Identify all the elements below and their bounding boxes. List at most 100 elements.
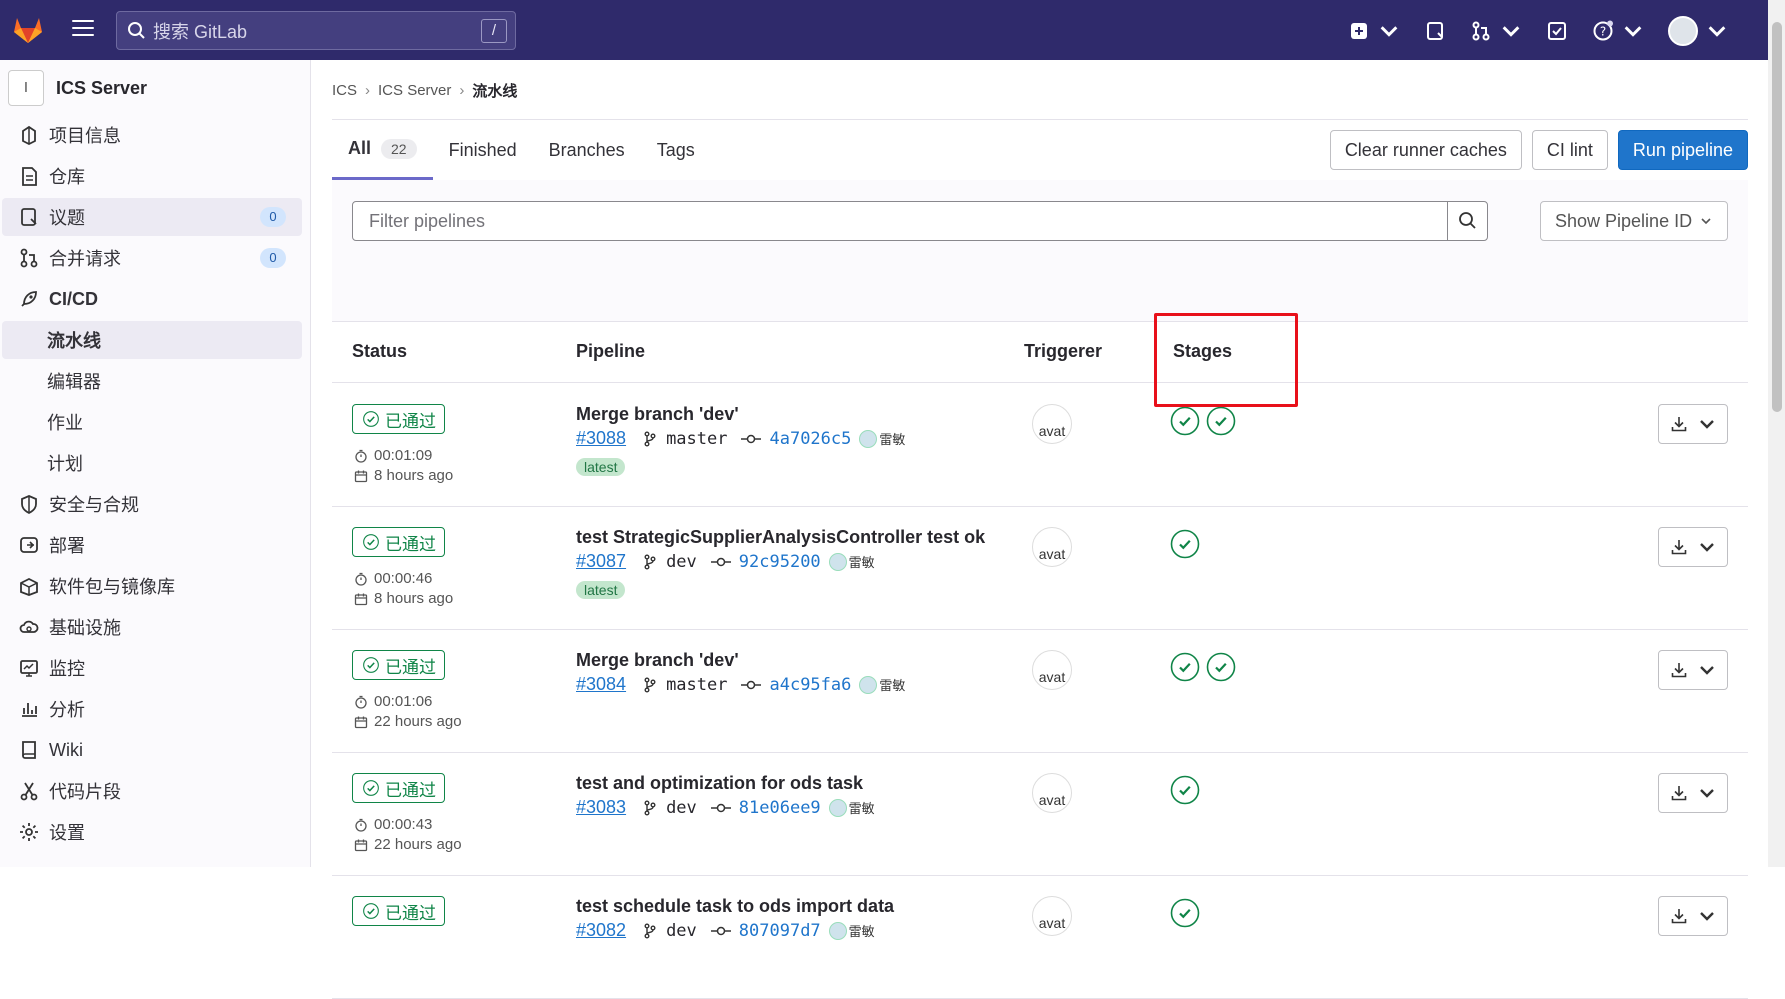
sidebar-item-editor[interactable]: 编辑器	[2, 362, 302, 400]
sidebar-item-infrastructure[interactable]: 基础设施	[2, 608, 302, 646]
pipeline-id-link[interactable]: #3084	[576, 674, 626, 695]
pipeline-branch[interactable]: dev	[642, 552, 697, 572]
breadcrumb-current[interactable]: 流水线	[472, 80, 517, 101]
sidebar-item-wiki[interactable]: Wiki	[2, 731, 302, 769]
commit-author[interactable]: 雷敏	[828, 798, 875, 817]
download-artifacts-button[interactable]	[1658, 404, 1728, 444]
status-label: 已通过	[385, 903, 436, 923]
breadcrumb-group[interactable]: ICS	[332, 82, 357, 99]
stage-success-icon[interactable]	[1206, 406, 1236, 436]
ci-lint-button[interactable]: CI lint	[1531, 130, 1608, 170]
scrollbar-thumb[interactable]	[1772, 22, 1782, 412]
pipeline-commit-title[interactable]: Merge branch 'dev'	[576, 650, 739, 671]
pipeline-branch[interactable]: dev	[642, 798, 697, 818]
run-pipeline-button[interactable]: Run pipeline	[1617, 130, 1748, 170]
tab-label: Branches	[548, 139, 625, 160]
search-input[interactable]: 搜索 GitLab /	[116, 11, 516, 50]
triggerer-avatar[interactable]: avat	[1032, 404, 1072, 444]
pipeline-commit-title[interactable]: test schedule task to ods import data	[576, 896, 894, 917]
pipeline-commit-sha[interactable]: 92c95200	[710, 552, 821, 572]
sidebar-item-analytics[interactable]: 分析	[2, 690, 302, 728]
sidebar-item-snippets[interactable]: 代码片段	[2, 772, 302, 810]
download-artifacts-button[interactable]	[1658, 527, 1728, 567]
create-new-button[interactable]	[1348, 20, 1400, 42]
sidebar-item-cicd[interactable]: CI/CD	[2, 280, 302, 318]
stage-success-icon[interactable]	[1170, 898, 1200, 928]
tab-all[interactable]: All 22	[332, 120, 433, 180]
sidebar-item-project-info[interactable]: 项目信息	[2, 116, 302, 154]
sidebar-item-jobs[interactable]: 作业	[2, 403, 302, 441]
download-artifacts-button[interactable]	[1658, 896, 1728, 936]
triggerer-avatar[interactable]: avat	[1032, 773, 1072, 813]
status-badge[interactable]: 已通过	[352, 404, 445, 434]
pipeline-info: #3087 dev 92c95200 雷敏	[576, 551, 875, 572]
clear-runner-caches-button[interactable]: Clear runner caches	[1329, 130, 1522, 170]
status-badge[interactable]: 已通过	[352, 896, 445, 926]
sidebar-item-deployments[interactable]: 部署	[2, 526, 302, 564]
status-badge[interactable]: 已通过	[352, 527, 445, 557]
sidebar-item-label: Wiki	[49, 739, 83, 760]
pipeline-commit-sha[interactable]: 81e06ee9	[710, 797, 821, 818]
todos-nav-button[interactable]	[1546, 20, 1568, 42]
filter-search-button[interactable]	[1447, 202, 1487, 240]
sidebar-item-merge-requests[interactable]: 合并请求 0	[2, 239, 302, 277]
pipeline-commit-sha[interactable]: 807097d7	[710, 921, 821, 941]
menu-icon[interactable]	[72, 20, 94, 38]
triggerer-avatar[interactable]: avat	[1032, 650, 1072, 690]
author-name: 雷敏	[848, 555, 875, 570]
stage-success-icon[interactable]	[1170, 529, 1200, 559]
download-artifacts-button[interactable]	[1658, 650, 1728, 690]
status-badge[interactable]: 已通过	[352, 650, 445, 680]
pipeline-id-link[interactable]: #3088	[576, 428, 626, 449]
stage-success-icon[interactable]	[1170, 406, 1200, 436]
issues-nav-button[interactable]	[1424, 20, 1446, 42]
pipeline-commit-sha[interactable]: a4c95fa6	[741, 675, 851, 695]
commit-author[interactable]: 雷敏	[859, 675, 905, 694]
tab-finished[interactable]: Finished	[433, 120, 533, 180]
gitlab-logo-icon[interactable]	[12, 14, 44, 44]
sidebar-item-label: 仓库	[49, 167, 85, 187]
sidebar-item-repository[interactable]: 仓库	[2, 157, 302, 195]
commit-icon	[741, 680, 762, 689]
pipeline-id-link[interactable]: #3082	[576, 920, 626, 941]
pipeline-commit-title[interactable]: test and optimization for ods task	[576, 773, 863, 794]
tab-tags[interactable]: Tags	[641, 120, 711, 180]
sidebar-item-schedules[interactable]: 计划	[2, 444, 302, 482]
show-pipeline-id-dropdown[interactable]: Show Pipeline ID	[1540, 201, 1728, 241]
commit-sha-text: 81e06ee9	[738, 797, 821, 818]
sidebar-item-monitor[interactable]: 监控	[2, 649, 302, 687]
tab-branches[interactable]: Branches	[533, 120, 641, 180]
triggerer-avatar[interactable]: avat	[1032, 896, 1072, 936]
triggerer-avatar[interactable]: avat	[1032, 527, 1072, 567]
scrollbar[interactable]	[1768, 0, 1785, 867]
merge-request-icon	[20, 248, 38, 268]
pipeline-branch[interactable]: master	[642, 675, 727, 695]
help-nav-button[interactable]: ?	[1592, 20, 1644, 42]
sidebar-item-packages[interactable]: 软件包与镜像库	[2, 567, 302, 605]
shield-icon	[21, 495, 37, 515]
status-badge[interactable]: 已通过	[352, 773, 445, 803]
pipeline-commit-title[interactable]: Merge branch 'dev'	[576, 404, 739, 425]
merge-requests-nav-button[interactable]	[1470, 20, 1522, 42]
filter-pipelines-input[interactable]: Filter pipelines	[352, 201, 1488, 241]
project-header[interactable]: I ICS Server	[8, 68, 147, 108]
stage-success-icon[interactable]	[1170, 775, 1200, 805]
sidebar-item-pipelines[interactable]: 流水线	[2, 321, 302, 359]
breadcrumb-project[interactable]: ICS Server	[378, 82, 451, 99]
download-artifacts-button[interactable]	[1658, 773, 1728, 813]
pipeline-id-link[interactable]: #3087	[576, 551, 626, 572]
pipeline-branch[interactable]: master	[642, 429, 727, 449]
commit-author[interactable]: 雷敏	[859, 429, 905, 448]
sidebar-item-security[interactable]: 安全与合规	[2, 485, 302, 523]
pipeline-id-link[interactable]: #3083	[576, 797, 626, 818]
stage-success-icon[interactable]	[1206, 652, 1236, 682]
sidebar-item-issues[interactable]: 议题 0	[2, 198, 302, 236]
pipeline-branch[interactable]: dev	[642, 921, 697, 941]
user-menu-button[interactable]	[1668, 16, 1728, 46]
commit-author[interactable]: 雷敏	[828, 921, 875, 940]
pipeline-commit-title[interactable]: test StrategicSupplierAnalysisController…	[576, 527, 985, 548]
stage-success-icon[interactable]	[1170, 652, 1200, 682]
commit-author[interactable]: 雷敏	[828, 552, 875, 571]
pipeline-commit-sha[interactable]: 4a7026c5	[741, 429, 851, 449]
sidebar-item-settings[interactable]: 设置	[2, 813, 302, 851]
